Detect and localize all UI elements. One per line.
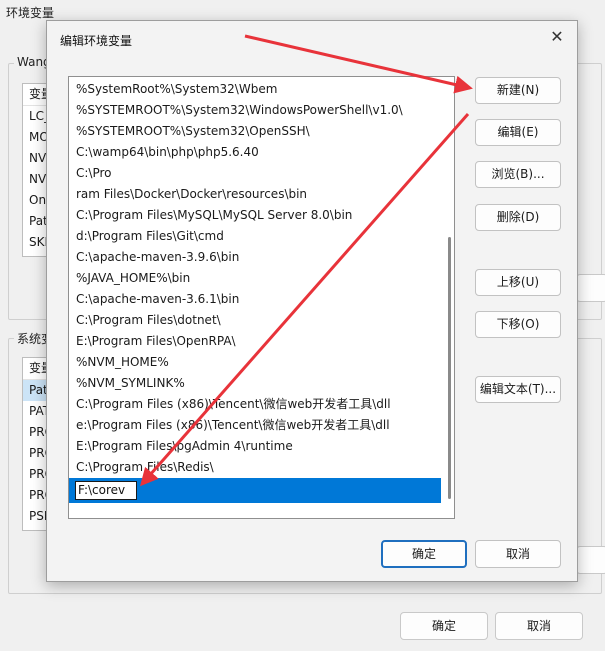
arrow-to-new-button: [244, 34, 473, 94]
arrow-to-edit-input: [140, 113, 470, 487]
annotation-arrows: [140, 34, 473, 487]
